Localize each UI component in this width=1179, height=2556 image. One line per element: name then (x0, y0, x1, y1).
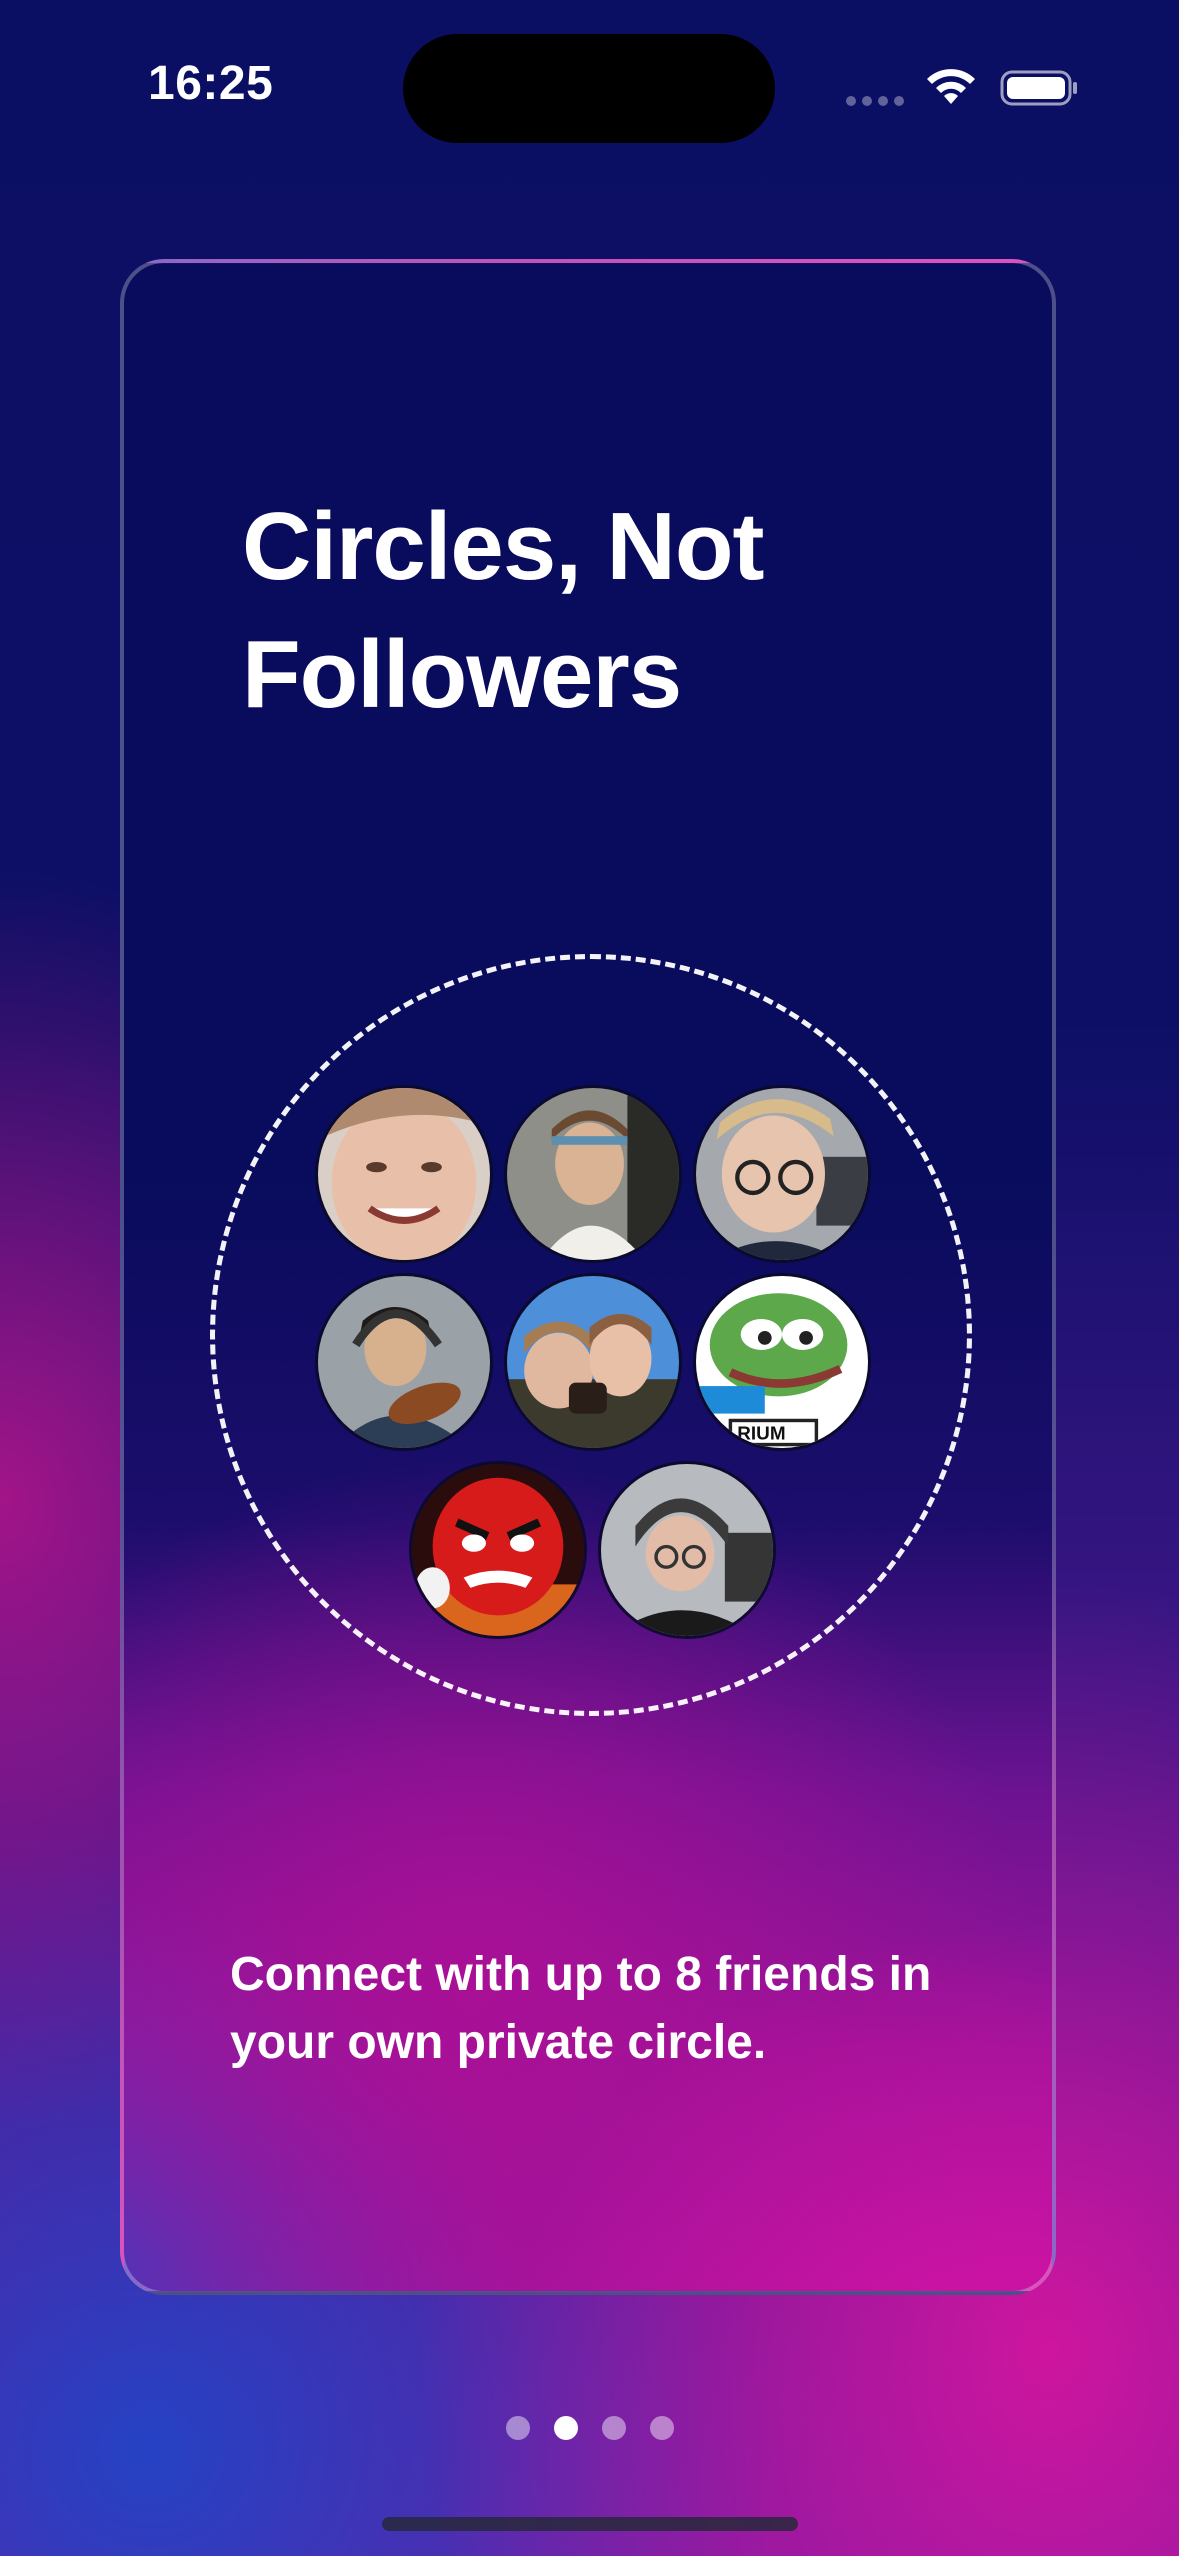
battery-icon (1000, 70, 1077, 106)
avatar (315, 1085, 493, 1263)
avatar-label: RIUM (737, 1423, 785, 1444)
avatar (409, 1461, 587, 1639)
page-dot-4[interactable] (650, 2416, 674, 2440)
avatar (504, 1085, 682, 1263)
dynamic-island (403, 34, 775, 143)
page-indicator[interactable] (506, 2416, 674, 2440)
onboarding-card: Circles, Not Followers RIUM Connect with… (120, 259, 1056, 2295)
page-dot-2[interactable] (554, 2416, 578, 2440)
avatar (504, 1273, 682, 1451)
avatar: RIUM (693, 1273, 871, 1451)
avatar (598, 1461, 776, 1639)
page-title: Circles, Not Followers (242, 493, 764, 728)
page-dot-1[interactable] (506, 2416, 530, 2440)
status-time: 16:25 (148, 57, 274, 110)
avatar (315, 1273, 493, 1451)
page-caption: Connect with up to 8 friends in your own… (230, 1948, 932, 2069)
avatar (693, 1085, 871, 1263)
page-dot-3[interactable] (602, 2416, 626, 2440)
home-indicator[interactable] (382, 2517, 798, 2531)
wifi-icon (927, 69, 975, 104)
cellular-signal-icon (846, 96, 904, 106)
